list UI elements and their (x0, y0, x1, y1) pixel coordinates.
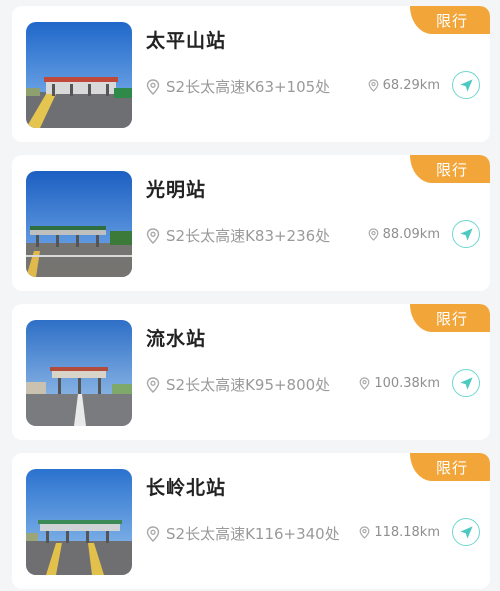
station-location: S2长太高速K63+105处 (146, 76, 330, 97)
location-text: S2长太高速K83+236处 (166, 227, 331, 245)
station-distance: 88.09km (368, 227, 440, 242)
distance-pin-icon (359, 377, 370, 390)
distance-text: 118.18km (374, 525, 440, 540)
station-photo (26, 320, 132, 426)
station-card[interactable]: 长岭北站 S2长太高速K116+340处 118.18km 限行 (12, 453, 490, 589)
navigate-arrow-icon (459, 78, 473, 92)
location-text: S2长太高速K95+800处 (166, 376, 331, 394)
navigate-button[interactable] (452, 518, 480, 546)
location-pin-icon (146, 227, 160, 244)
restriction-badge: 限行 (410, 155, 490, 183)
station-card[interactable]: 光明站 S2长太高速K83+236处 88.09km 限行 (12, 155, 490, 291)
station-name: 流水站 (146, 328, 207, 350)
location-text: S2长太高速K116+340处 (166, 525, 340, 543)
station-location: S2长太高速K83+236处 (146, 225, 330, 246)
location-text: S2长太高速K63+105处 (166, 78, 331, 96)
navigate-button[interactable] (452, 71, 480, 99)
location-pin-icon (146, 78, 160, 95)
station-photo (26, 171, 132, 277)
navigate-button[interactable] (452, 369, 480, 397)
station-photo (26, 469, 132, 575)
navigate-button[interactable] (452, 220, 480, 248)
distance-pin-icon (368, 228, 378, 241)
station-distance: 118.18km (359, 525, 440, 540)
distance-pin-icon (368, 79, 378, 92)
distance-text: 88.09km (382, 227, 440, 242)
location-pin-icon (146, 376, 160, 393)
station-card[interactable]: 太平山站 S2长太高速K63+105处 68.29km 限行 (12, 6, 490, 142)
station-photo (26, 22, 132, 128)
distance-text: 100.38km (374, 376, 440, 391)
station-distance: 100.38km (359, 376, 440, 391)
distance-text: 68.29km (382, 78, 440, 93)
station-card[interactable]: 流水站 S2长太高速K95+800处 100.38km 限行 (12, 304, 490, 440)
station-location: S2长太高速K116+340处 (146, 523, 340, 544)
navigate-arrow-icon (459, 525, 473, 539)
navigate-arrow-icon (459, 376, 473, 390)
restriction-badge: 限行 (410, 453, 490, 481)
restriction-badge: 限行 (410, 304, 490, 332)
station-name: 光明站 (146, 179, 207, 201)
distance-pin-icon (359, 526, 370, 539)
station-distance: 68.29km (368, 78, 440, 93)
restriction-badge: 限行 (410, 6, 490, 34)
navigate-arrow-icon (459, 227, 473, 241)
location-pin-icon (146, 525, 160, 542)
station-name: 长岭北站 (146, 477, 227, 499)
station-name: 太平山站 (146, 30, 227, 52)
station-location: S2长太高速K95+800处 (146, 374, 330, 395)
